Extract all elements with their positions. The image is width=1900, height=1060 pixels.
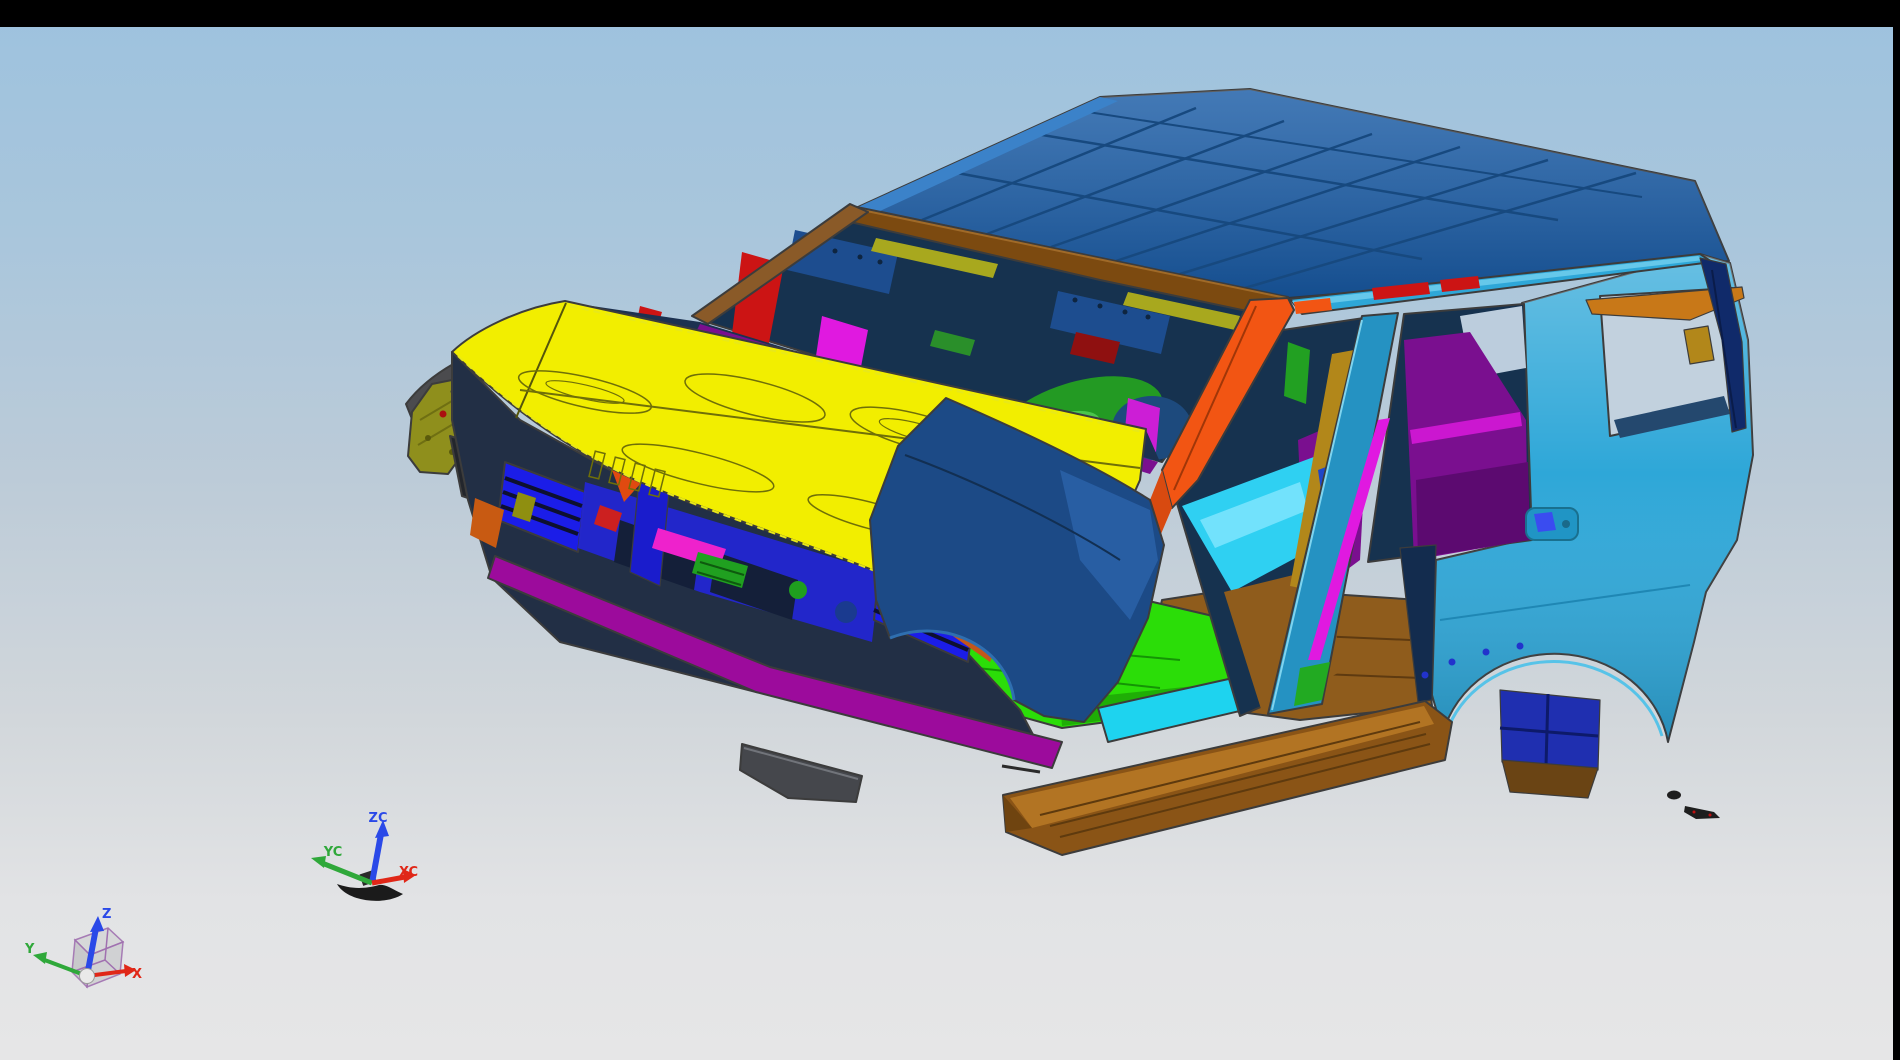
wcs-y-label: YC — [323, 845, 343, 860]
datum-z-label: Z — [102, 907, 111, 922]
rear-arch-interior — [1500, 690, 1600, 798]
door-handle-recess[interactable] — [1526, 508, 1578, 540]
wcs-z-axis[interactable] — [372, 834, 381, 883]
datum-y-label: Y — [24, 942, 35, 957]
graphics-window[interactable]: ZC YC XC Z Y X — [0, 0, 1900, 1060]
wcs-z-label: ZC — [369, 811, 388, 826]
debris-parts[interactable] — [1667, 791, 1720, 820]
datum-x-label: X — [132, 967, 142, 982]
viewport-canvas[interactable]: ZC YC XC Z Y X — [0, 0, 1900, 1060]
datum-origin-sphere[interactable] — [80, 969, 95, 984]
datum-csys[interactable]: Z Y X — [24, 907, 142, 987]
wcs-triad[interactable]: ZC YC XC — [311, 811, 418, 901]
wcs-base[interactable] — [337, 884, 403, 901]
wcs-x-label: XC — [399, 865, 418, 880]
